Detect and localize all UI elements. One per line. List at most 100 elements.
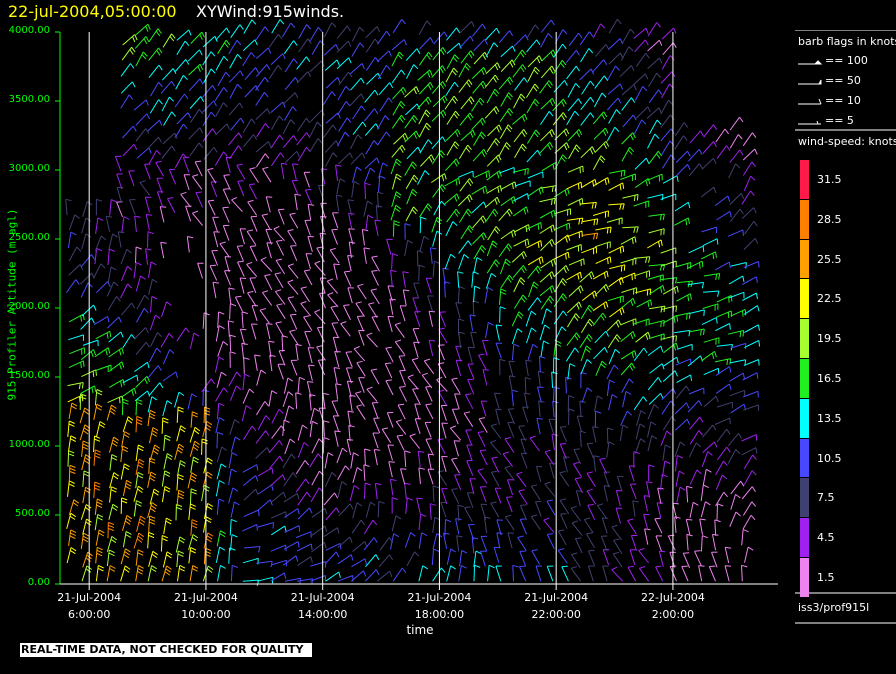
y-tick-label: 4000.00 (8, 25, 50, 36)
wind-barb (500, 181, 517, 190)
wind-barb (621, 287, 638, 295)
wind-barb (203, 547, 212, 565)
wind-barb (539, 324, 550, 341)
wind-barb (689, 416, 704, 430)
wind-barb (432, 567, 446, 582)
wind-barb (392, 100, 406, 116)
wind-barb (250, 323, 258, 340)
wind-barb (340, 321, 351, 337)
wind-barb (242, 388, 255, 404)
wind-barb (322, 91, 336, 106)
y-tick-label: 0.00 (27, 577, 50, 588)
wind-barb (187, 49, 203, 62)
wind-barb (603, 471, 610, 488)
wind-barb (648, 464, 655, 481)
wind-barb (79, 272, 95, 285)
wind-barb (436, 376, 448, 392)
wind-barb (148, 47, 163, 61)
wind-barb (147, 231, 154, 248)
wind-barb (632, 500, 639, 517)
wind-barb (554, 29, 568, 44)
wind-barb (546, 499, 556, 516)
wind-barb (292, 163, 299, 180)
wind-barb (409, 433, 420, 449)
wind-barb (487, 226, 501, 241)
wind-barb (230, 24, 244, 38)
wind-barb (93, 263, 106, 279)
wind-barb (241, 524, 258, 532)
wind-barb (595, 226, 612, 234)
wind-barb (507, 421, 515, 438)
wind-barb (730, 480, 745, 495)
wind-barb (540, 33, 553, 48)
wind-barb (257, 576, 274, 584)
wind-barb (455, 302, 462, 319)
wind-barb (414, 403, 421, 420)
wind-barb (662, 285, 679, 295)
wind-barb (108, 233, 118, 250)
wind-barb (394, 339, 406, 355)
wind-barb (256, 560, 273, 568)
speed-label: 25.5 (817, 252, 842, 266)
flag-50-icon (798, 79, 822, 85)
wind-barb (455, 359, 463, 376)
wind-barb (202, 128, 217, 142)
wind-barb (379, 97, 393, 112)
wind-barb (303, 269, 313, 286)
wind-barb (414, 311, 421, 327)
wind-barb (243, 357, 250, 374)
wind-barb (559, 426, 567, 442)
wind-barb (217, 565, 226, 582)
wind-barb (268, 340, 275, 357)
wind-barb (287, 279, 299, 295)
wind-barb (255, 430, 270, 444)
wind-barb (531, 549, 541, 565)
wind-barb (243, 134, 258, 148)
wind-barb (243, 19, 257, 34)
wind-barb (471, 271, 479, 288)
wind-barb (456, 535, 463, 552)
wind-barb (337, 554, 354, 565)
wind-barb (180, 191, 191, 208)
wind-barb (81, 565, 92, 582)
wind-barb (189, 426, 201, 443)
wind-barb (65, 198, 72, 216)
wind-barb (215, 480, 225, 497)
wind-barb (526, 149, 541, 163)
wind-barb (682, 552, 691, 569)
wind-barb (472, 215, 487, 229)
wind-barb (229, 303, 237, 320)
wind-barb (508, 360, 515, 377)
wind-barb (229, 53, 242, 69)
wind-barb (241, 342, 248, 360)
wind-barb (349, 134, 363, 150)
wind-barb (268, 33, 283, 48)
wind-barb (416, 497, 423, 514)
wind-barb (486, 88, 500, 104)
wind-barb (594, 140, 610, 154)
wind-barb (327, 292, 339, 308)
wind-barb (729, 389, 746, 397)
wind-barb (297, 146, 311, 162)
wind-barb (587, 504, 596, 520)
y-tick-label: 1000.00 (8, 439, 50, 450)
wind-barb (120, 81, 136, 94)
wind-barb (676, 343, 693, 351)
wind-barb (316, 246, 325, 263)
y-tick-label: 3500.00 (8, 94, 50, 105)
wind-barb (385, 379, 394, 396)
wind-barb (444, 253, 456, 270)
wind-barb (351, 181, 360, 198)
wind-barb (202, 100, 217, 113)
flag-10-icon (798, 98, 822, 105)
wind-barb (439, 311, 447, 328)
flag-5-icon (798, 120, 821, 125)
wind-barb (122, 479, 132, 497)
wind-barb (478, 417, 488, 433)
wind-barb (500, 92, 513, 107)
wind-barb (432, 533, 443, 550)
wind-barb (620, 173, 636, 182)
wind-barb (593, 455, 600, 472)
wind-barb (701, 157, 717, 170)
wind-barb (592, 111, 608, 125)
